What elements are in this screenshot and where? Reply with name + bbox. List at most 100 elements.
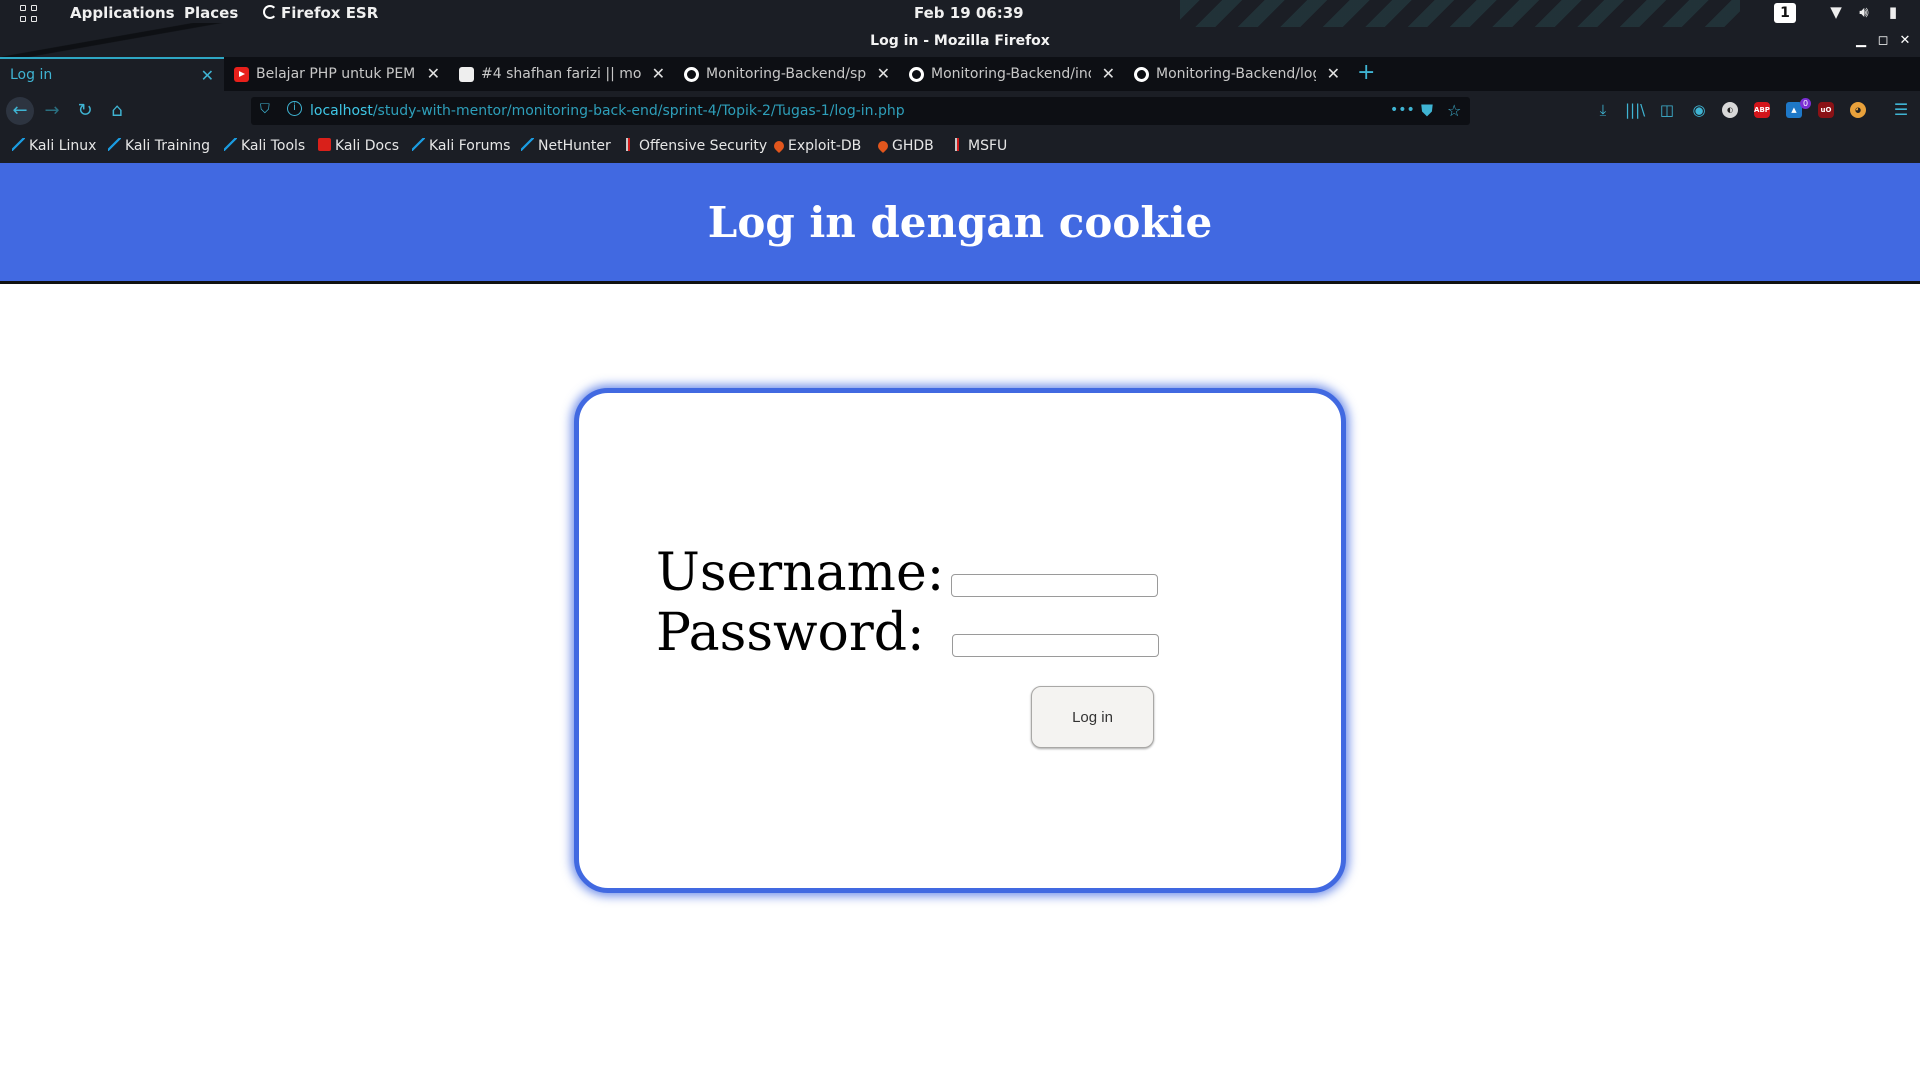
- page-header: Log in dengan cookie: [0, 163, 1920, 284]
- bookmark-label: MSFU: [968, 138, 1008, 154]
- bookmark-kali-tools[interactable]: Kali Tools: [224, 138, 305, 154]
- bookmark-star-icon[interactable]: ☆: [1447, 101, 1461, 120]
- wifi-icon[interactable]: ▼: [1828, 4, 1844, 20]
- ublock-origin-icon[interactable]: uO: [1818, 102, 1834, 118]
- extension-puzzle-icon[interactable]: ◐: [1722, 102, 1738, 118]
- kali-icon: [12, 138, 25, 151]
- adblock-plus-icon[interactable]: ABP: [1754, 102, 1770, 118]
- bookmark-kali-training[interactable]: Kali Training: [108, 138, 210, 154]
- close-tab-icon[interactable]: ✕: [1102, 64, 1115, 83]
- bookmark-ghdb[interactable]: GHDB: [875, 138, 934, 154]
- window-title: Log in - Mozilla Firefox: [870, 33, 1050, 49]
- places-menu[interactable]: Places: [184, 4, 238, 22]
- bookmark-kali-docs[interactable]: Kali Docs: [318, 138, 399, 154]
- url-bar[interactable]: ⛉ i localhost/study-with-mentor/monitori…: [251, 97, 1470, 125]
- bookmark-label: Kali Forums: [429, 138, 511, 154]
- github-icon: [1134, 67, 1149, 82]
- close-tab-icon[interactable]: ✕: [201, 66, 214, 85]
- firefox-icon: [263, 5, 277, 19]
- minimize-button[interactable]: ▁: [1853, 33, 1869, 49]
- notification-badge: 0: [1800, 98, 1811, 109]
- tab-label: Monitoring-Backend/log-in: [1156, 66, 1316, 82]
- pocket-icon[interactable]: ⛊: [1421, 101, 1433, 121]
- battery-icon[interactable]: ▮: [1885, 4, 1901, 20]
- account-icon[interactable]: ◉: [1689, 100, 1709, 120]
- offsec-icon: [622, 138, 635, 151]
- applications-menu[interactable]: Applications: [70, 4, 175, 22]
- volume-icon[interactable]: 🔊︎: [1856, 4, 1872, 20]
- tab-monitoring-log-in[interactable]: Monitoring-Backend/log-in ✕: [1126, 57, 1350, 91]
- navigation-toolbar: ← → ↻ ⌂ ⛉ i localhost/study-with-mentor/…: [0, 91, 1920, 131]
- workspace-indicator[interactable]: 1: [1774, 3, 1796, 23]
- github-icon: [909, 67, 924, 82]
- close-tab-icon[interactable]: ✕: [877, 64, 890, 83]
- app-name: Firefox ESR: [281, 4, 379, 22]
- bookmark-label: Kali Training: [125, 138, 210, 154]
- url-path: /study-with-mentor/monitoring-back-end/s…: [372, 103, 905, 119]
- bookmark-offensive-security[interactable]: Offensive Security: [622, 138, 767, 154]
- site-info-icon[interactable]: i: [287, 101, 302, 116]
- username-label: Username:: [656, 543, 945, 603]
- login-card: Username: Password: Log in: [574, 388, 1346, 893]
- github-icon: [684, 67, 699, 82]
- exploit-db-icon: [771, 138, 787, 154]
- new-tab-button[interactable]: +: [1357, 60, 1375, 85]
- bookmark-label: Kali Linux: [29, 138, 97, 154]
- url-text[interactable]: localhost/study-with-mentor/monitoring-b…: [310, 103, 905, 119]
- close-tab-icon[interactable]: ✕: [1327, 64, 1340, 83]
- youtube-icon: [234, 67, 249, 82]
- bookmark-label: GHDB: [892, 138, 934, 154]
- clock[interactable]: Feb 19 06:39: [914, 4, 1024, 22]
- wallpaper-stripes: [1180, 0, 1740, 27]
- downloads-icon[interactable]: ⤓: [1593, 100, 1613, 120]
- page-title: Log in dengan cookie: [707, 198, 1213, 247]
- maximize-button[interactable]: ◻: [1875, 33, 1891, 49]
- hamburger-menu-icon[interactable]: ☰: [1891, 100, 1911, 120]
- tab-label: #4 shafhan farizi || monitoring: [481, 66, 641, 82]
- close-tab-icon[interactable]: ✕: [652, 64, 665, 83]
- bookmark-msfu[interactable]: MSFU: [951, 138, 1007, 154]
- sidebar-icon[interactable]: ◫: [1657, 100, 1677, 120]
- bookmark-label: Offensive Security: [639, 138, 768, 154]
- tab-belajar-php[interactable]: Belajar PHP untuk PEMULA ✕: [226, 57, 450, 91]
- bookmarks-toolbar: Kali Linux Kali Training Kali Tools Kali…: [0, 131, 1920, 163]
- tab-shafhan-farizi[interactable]: #4 shafhan farizi || monitoring ✕: [451, 57, 675, 91]
- library-icon[interactable]: |||\: [1625, 100, 1645, 120]
- page-viewport: Log in dengan cookie Username: Password:…: [0, 163, 1920, 1080]
- tab-label: Monitoring-Backend/sprint: [706, 66, 866, 82]
- home-button[interactable]: ⌂: [105, 99, 129, 123]
- extension-face-icon[interactable]: ◕: [1850, 102, 1866, 118]
- tab-monitoring-sprint[interactable]: Monitoring-Backend/sprint ✕: [676, 57, 900, 91]
- username-input[interactable]: [951, 574, 1158, 597]
- tracking-protection-shield-icon[interactable]: ⛉: [260, 102, 270, 117]
- url-host: localhost: [310, 103, 373, 119]
- app-grid-icon[interactable]: [20, 5, 38, 23]
- tab-monitoring-index[interactable]: Monitoring-Backend/index ✕: [901, 57, 1125, 91]
- bookmark-kali-forums[interactable]: Kali Forums: [412, 138, 510, 154]
- reload-button[interactable]: ↻: [73, 99, 97, 123]
- page-actions-icon[interactable]: •••: [1390, 102, 1415, 118]
- bookmark-kali-linux[interactable]: Kali Linux: [12, 138, 96, 154]
- forward-button[interactable]: →: [40, 99, 64, 123]
- firefox-app-menu[interactable]: Firefox ESR: [263, 4, 378, 22]
- password-input[interactable]: [952, 634, 1159, 657]
- bookmark-label: NetHunter: [538, 138, 611, 154]
- kali-docs-icon: [318, 138, 331, 151]
- tab-label: Belajar PHP untuk PEMULA: [256, 66, 416, 82]
- bookmark-nethunter[interactable]: NetHunter: [521, 138, 611, 154]
- tab-log-in[interactable]: Log in ✕: [0, 57, 224, 91]
- login-button[interactable]: Log in: [1031, 686, 1154, 748]
- offsec-icon: [951, 138, 964, 151]
- kali-icon: [224, 138, 237, 151]
- back-button[interactable]: ←: [6, 97, 34, 125]
- kali-icon: [412, 138, 425, 151]
- close-tab-icon[interactable]: ✕: [427, 64, 440, 83]
- bookmark-exploit-db[interactable]: Exploit-DB: [771, 138, 862, 154]
- bookmark-label: Kali Docs: [335, 138, 400, 154]
- close-window-button[interactable]: ✕: [1897, 33, 1913, 49]
- tab-label: Monitoring-Backend/index: [931, 66, 1091, 82]
- tab-label: Log in: [10, 67, 53, 83]
- exploit-db-icon: [875, 138, 891, 154]
- bookmark-label: Exploit-DB: [788, 138, 862, 154]
- kali-icon: [108, 138, 121, 151]
